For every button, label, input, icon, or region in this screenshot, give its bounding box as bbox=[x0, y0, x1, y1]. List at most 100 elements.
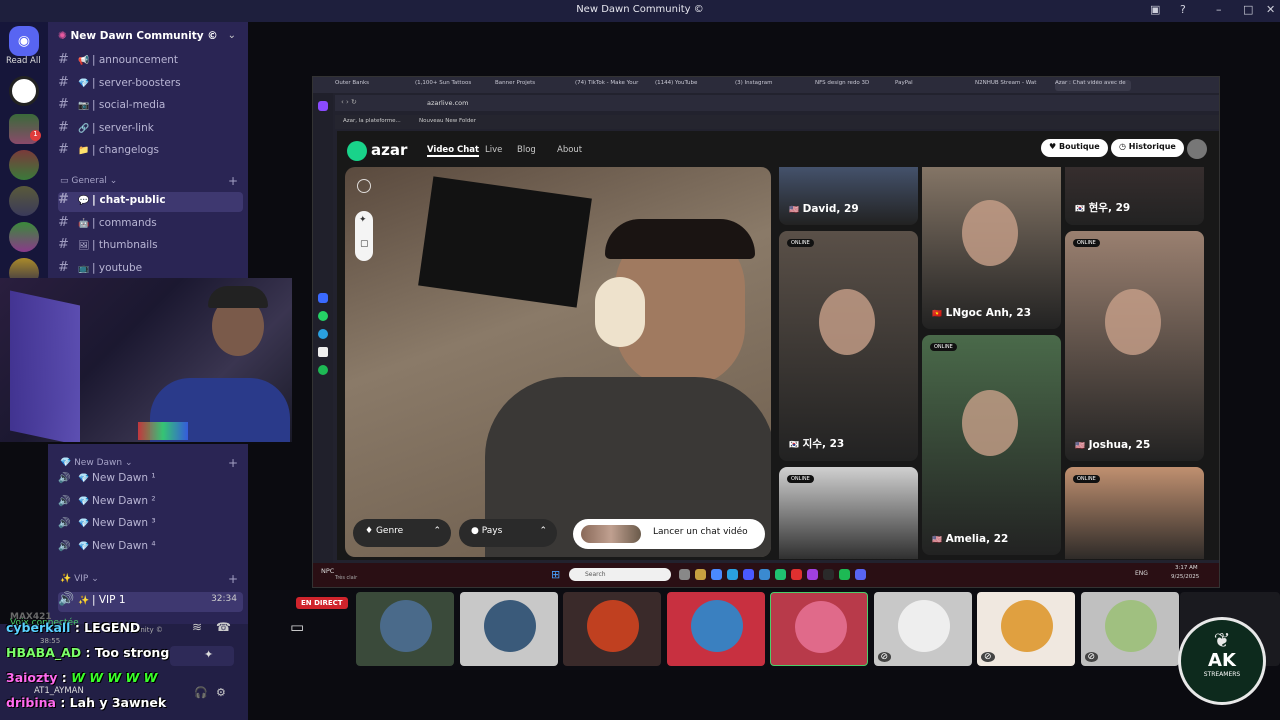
channel-commands[interactable]: # 🤖 | commands bbox=[58, 215, 243, 235]
taskbar-app-icon[interactable] bbox=[775, 569, 786, 580]
video-tile[interactable]: 🇺🇸 David, 29 bbox=[779, 167, 918, 225]
browser-tab[interactable]: Banner Projets bbox=[495, 80, 571, 91]
whatsapp-icon[interactable] bbox=[318, 311, 328, 321]
video-tools[interactable]: ✦ ▢ bbox=[355, 211, 373, 261]
taskbar-app-icon[interactable] bbox=[743, 569, 754, 580]
start-video-chat-button[interactable]: Lancer un chat vidéo bbox=[573, 519, 765, 549]
channel-chat-public[interactable]: # 💬 | chat-public bbox=[58, 192, 243, 212]
channel-server-link[interactable]: # 🔗 | server-link bbox=[58, 120, 243, 140]
browser-tab[interactable]: Outer Banks bbox=[335, 80, 411, 91]
browser-tab[interactable]: (74) TikTok - Make Your bbox=[575, 80, 651, 91]
clock-date[interactable]: 9/25/2025 bbox=[1171, 574, 1199, 580]
video-tile[interactable]: 🇰🇷 현우, 29 bbox=[1065, 167, 1204, 225]
participant-thumbnail[interactable] bbox=[459, 592, 558, 666]
nav-video-chat[interactable]: Video Chat bbox=[427, 145, 480, 157]
participant-thumbnail[interactable] bbox=[770, 592, 868, 666]
participant-thumbnail[interactable]: ⊘ bbox=[1080, 592, 1179, 666]
video-tile[interactable]: ONLINE bbox=[779, 467, 918, 559]
url-text[interactable]: azarlive.com bbox=[427, 99, 468, 107]
country-filter[interactable]: ● Pays ⌃ bbox=[459, 519, 557, 547]
browser-tab[interactable]: PayPal bbox=[895, 80, 971, 91]
bookmark-2[interactable]: Nouveau New Folder bbox=[419, 118, 476, 124]
taskbar-app-icon[interactable] bbox=[759, 569, 770, 580]
participant-thumbnail[interactable] bbox=[356, 592, 454, 666]
video-tile[interactable]: ONLINE 🇺🇸 Amelia, 22 bbox=[922, 335, 1061, 555]
effects-icon[interactable]: ✦ bbox=[359, 215, 367, 225]
taskbar-search[interactable]: Search bbox=[569, 568, 671, 581]
minimize-icon[interactable]: – bbox=[1216, 3, 1222, 16]
browser-tab[interactable]: N2NHUB Stream - Wat bbox=[975, 80, 1051, 91]
messenger-icon[interactable] bbox=[318, 293, 328, 303]
bookmark-1[interactable]: Azar, la plateforme... bbox=[343, 118, 401, 124]
taskbar-app-icon[interactable] bbox=[711, 569, 722, 580]
browser-tab[interactable]: Azar : Chat vidéo avec de bbox=[1055, 80, 1131, 91]
fullscreen-icon[interactable] bbox=[357, 179, 371, 193]
category-vip[interactable]: ✨ VIP ⌄ bbox=[60, 574, 99, 584]
taskbar-app-icon[interactable] bbox=[791, 569, 802, 580]
video-tile[interactable]: ONLINE bbox=[1065, 467, 1204, 559]
server-icon-pgb[interactable] bbox=[9, 76, 39, 106]
server-name[interactable]: ✺ New Dawn Community © bbox=[58, 30, 218, 42]
maximize-icon[interactable]: □ bbox=[1243, 3, 1253, 16]
taskbar-app-icon[interactable] bbox=[839, 569, 850, 580]
azar-brand[interactable]: azar bbox=[371, 141, 407, 159]
video-tile[interactable]: ONLINE 🇺🇸 Joshua, 25 bbox=[1065, 231, 1204, 461]
category-general[interactable]: ▭ General ⌄ bbox=[60, 176, 117, 186]
help-icon[interactable]: ? bbox=[1180, 3, 1186, 16]
participant-thumbnail[interactable] bbox=[563, 592, 661, 666]
nav-live[interactable]: Live bbox=[485, 145, 502, 155]
channel-thumbnails[interactable]: # 🖼 | thumbnails bbox=[58, 237, 243, 257]
add-voice-channel-icon[interactable]: + bbox=[228, 456, 238, 470]
server-icon-4[interactable] bbox=[9, 222, 39, 252]
taskbar-app-icon[interactable] bbox=[727, 569, 738, 580]
inbox-icon[interactable]: ▣ bbox=[1150, 3, 1160, 16]
participant-thumbnail[interactable]: ⊘ bbox=[977, 592, 1075, 666]
channel-changelogs[interactable]: # 📁 | changelogs bbox=[58, 142, 243, 162]
address-bar[interactable]: ‹ › ↻ azarlive.com bbox=[335, 95, 1219, 111]
read-all-button[interactable]: Read All bbox=[6, 56, 41, 66]
back-icon[interactable]: ‹ › ↻ bbox=[341, 98, 357, 106]
server-icon-3[interactable] bbox=[9, 186, 39, 216]
channel-server-boosters[interactable]: # 💎 | server-boosters bbox=[58, 75, 243, 95]
video-tile[interactable]: ONLINE 🇰🇷 지수, 23 bbox=[779, 231, 918, 461]
voice-channel-1[interactable]: 🔊 💎 New Dawn ¹ bbox=[58, 472, 243, 492]
boutique-button[interactable]: ♥ Boutique bbox=[1041, 139, 1108, 157]
taskbar-app-icon[interactable] bbox=[807, 569, 818, 580]
profile-avatar[interactable] bbox=[1187, 139, 1207, 159]
channel-announcement[interactable]: # 📢 | announcement bbox=[58, 52, 243, 72]
browser-tab[interactable]: NFS design redo 3D bbox=[815, 80, 891, 91]
taskbar-app-icon[interactable] bbox=[695, 569, 706, 580]
historique-button[interactable]: ◷ Historique bbox=[1111, 139, 1184, 157]
screen-share-icon[interactable]: ▭ bbox=[290, 618, 304, 636]
browser-tab[interactable]: (1144) YouTube bbox=[655, 80, 731, 91]
voice-channel-3[interactable]: 🔊 💎 New Dawn ³ bbox=[58, 517, 243, 537]
sticker-icon[interactable]: ▢ bbox=[360, 239, 369, 249]
taskbar-app-icon[interactable] bbox=[679, 569, 690, 580]
add-channel-icon[interactable]: + bbox=[228, 174, 238, 188]
clock-time[interactable]: 3:17 AM bbox=[1175, 565, 1198, 571]
nav-blog[interactable]: Blog bbox=[517, 145, 536, 155]
nav-about[interactable]: About bbox=[557, 145, 582, 155]
spotify-icon[interactable] bbox=[318, 365, 328, 375]
participant-thumbnail[interactable]: ⊘ bbox=[873, 592, 972, 666]
channel-social-media[interactable]: # 📷 | social-media bbox=[58, 97, 243, 117]
taskbar-app-icon[interactable] bbox=[855, 569, 866, 580]
server-icon-2[interactable] bbox=[9, 150, 39, 180]
taskbar-app-icon[interactable] bbox=[823, 569, 834, 580]
add-vip-channel-icon[interactable]: + bbox=[228, 572, 238, 586]
browser-tab[interactable]: (3) Instagram bbox=[735, 80, 811, 91]
windows-start-icon[interactable]: ⊞ bbox=[551, 568, 560, 581]
discord-home-icon[interactable]: ◉ bbox=[9, 26, 39, 56]
telegram-icon[interactable] bbox=[318, 329, 328, 339]
video-tile[interactable]: 🇻🇳 LNgoc Anh, 23 bbox=[922, 167, 1061, 329]
gender-filter[interactable]: ♦ Genre ⌃ bbox=[353, 519, 451, 547]
category-new-dawn[interactable]: 💎 New Dawn ⌄ bbox=[60, 458, 133, 468]
close-icon[interactable]: ✕ bbox=[1266, 3, 1275, 16]
chevron-down-icon[interactable]: ⌄ bbox=[228, 30, 236, 41]
participant-thumbnail[interactable] bbox=[666, 592, 765, 666]
sidebar-app-icon[interactable] bbox=[318, 101, 328, 111]
x-icon[interactable] bbox=[318, 347, 328, 357]
voice-channel-4[interactable]: 🔊 💎 New Dawn ⁴ bbox=[58, 540, 243, 560]
voice-channel-vip1[interactable]: 🔊 ✨ | VIP 1 32:34 bbox=[58, 592, 243, 612]
browser-tab[interactable]: (1,100+ Sun Tattoos bbox=[415, 80, 491, 91]
